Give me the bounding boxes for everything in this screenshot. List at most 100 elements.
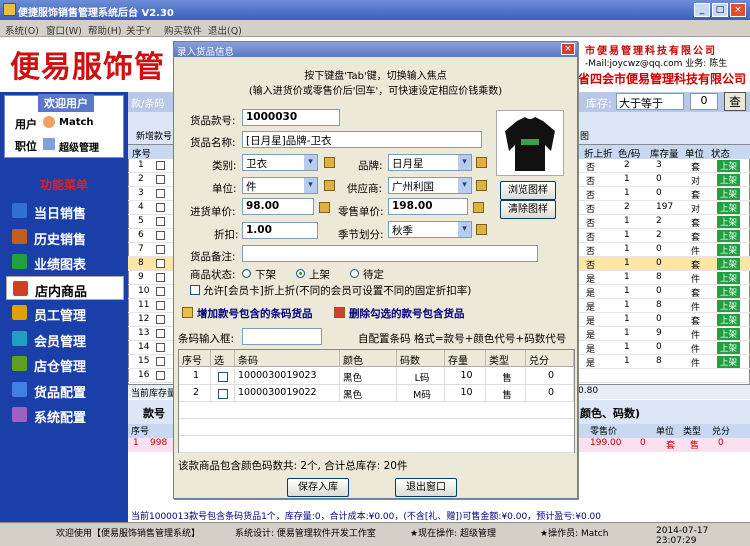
name-input[interactable]: [日月星]品牌-卫衣 <box>242 131 482 148</box>
supplier-config-icon[interactable] <box>476 180 487 191</box>
barcode-row[interactable]: 2 1000030019022 黑色 M码 10 售 0 <box>179 385 574 402</box>
nav-item[interactable]: 当日销售 <box>6 199 124 223</box>
supplier-select[interactable]: 广州利国 <box>388 177 472 194</box>
menu-system[interactable]: 系统(O) <box>5 23 39 37</box>
grid-checkbox[interactable] <box>156 343 165 352</box>
app-icon <box>3 3 16 16</box>
nav-item[interactable]: 系统配置 <box>6 403 124 427</box>
type-label: 类别: <box>212 160 237 172</box>
grid-seq: 11 <box>138 300 150 310</box>
unit-select[interactable]: 件 <box>242 177 318 194</box>
clear-image-button[interactable]: 清除图样 <box>500 200 556 219</box>
welcome-header: 欢迎用户 <box>38 94 94 112</box>
grid-cell: 上架 <box>717 174 741 186</box>
type-config-icon[interactable] <box>324 157 335 168</box>
menu-about[interactable]: 关于Y <box>126 23 151 37</box>
menu-help[interactable]: 帮助(H) <box>88 23 122 37</box>
nav-item[interactable]: 店仓管理 <box>6 352 124 376</box>
search-prefix: 款/条码 <box>131 99 165 110</box>
grid-cell: 1 <box>624 314 630 324</box>
nav-item[interactable]: 员工管理 <box>6 301 124 325</box>
menu-window[interactable]: 窗口(W) <box>46 23 82 37</box>
grid-cell: 上架 <box>717 230 741 242</box>
grid-checkbox[interactable] <box>156 259 165 268</box>
grid-seq: 2 <box>138 174 144 184</box>
role-value: 超级管理 <box>59 143 99 154</box>
grid-seq: 12 <box>138 314 150 324</box>
nav-item[interactable]: 会员管理 <box>6 327 124 351</box>
retail-calc-icon[interactable] <box>473 202 484 213</box>
exit-window-button[interactable]: 退出窗口 <box>395 478 457 497</box>
nav-item[interactable]: 货品配置 <box>6 378 124 402</box>
th-size: 码数 <box>397 350 445 367</box>
grid-checkbox[interactable] <box>156 287 165 296</box>
brand-select[interactable]: 日月星 <box>388 154 472 171</box>
grid-checkbox[interactable] <box>156 273 165 282</box>
grid-checkbox[interactable] <box>156 217 165 226</box>
maximize-button[interactable]: □ <box>712 3 728 17</box>
discount-input[interactable]: 1.00 <box>242 222 318 239</box>
new-item-button[interactable]: 新增款号 <box>136 129 172 142</box>
remark-input[interactable] <box>242 245 538 262</box>
retail-input[interactable]: 198.00 <box>388 198 468 215</box>
menu-buy[interactable]: 购买软件 <box>164 23 202 37</box>
unit-config-icon[interactable] <box>324 180 335 191</box>
status-off-label: 下架 <box>255 269 276 281</box>
brand-config-icon[interactable] <box>476 157 487 168</box>
grid-seq: 3 <box>138 188 144 198</box>
grid-checkbox[interactable] <box>156 357 165 366</box>
th-barcode: 条码 <box>235 350 340 367</box>
save-button[interactable]: 保存入库 <box>287 478 349 497</box>
code-input[interactable]: 1000030 <box>242 109 340 126</box>
barcode-row-checkbox[interactable] <box>218 389 228 399</box>
grid-cell: 件 <box>691 303 701 313</box>
dialog-close-button[interactable]: × <box>561 43 575 55</box>
stock-op-select[interactable]: 大于等于 <box>616 93 684 110</box>
grid-checkbox[interactable] <box>156 175 165 184</box>
status-off-radio[interactable] <box>242 269 251 278</box>
grid-checkbox[interactable] <box>156 161 165 170</box>
delete-barcode-link[interactable]: 删除勾选的款号包含货品 <box>349 306 465 321</box>
grid-checkbox[interactable] <box>156 371 165 380</box>
status-on-radio[interactable] <box>296 269 305 278</box>
grid-checkbox[interactable] <box>156 203 165 212</box>
type-select[interactable]: 卫衣 <box>242 154 318 171</box>
grid-h: 折上折 <box>584 149 613 160</box>
barcode-row-checkbox[interactable] <box>218 372 228 382</box>
allow-discount-label: 允许[会员卡]折上折(不同的会员可设置不同的固定折扣率) <box>203 285 472 297</box>
grid-checkbox[interactable] <box>156 315 165 324</box>
allow-discount-checkbox[interactable] <box>190 285 200 295</box>
grid-checkbox[interactable] <box>156 189 165 198</box>
nav-icon <box>12 330 27 346</box>
cost-input[interactable]: 98.00 <box>242 198 314 215</box>
add-barcode-link[interactable]: 增加款号包含的条码货品 <box>197 306 313 321</box>
user-avatar-icon <box>43 116 55 128</box>
grid-checkbox[interactable] <box>156 231 165 240</box>
nav-item[interactable]: 店内商品 <box>6 275 124 300</box>
goods-entry-dialog: 录入货品信息 × 按下键盘'Tab'键，切换输入焦点 (输入进货价或零售价后'回… <box>173 41 578 499</box>
image-tab[interactable]: 图 <box>580 129 589 142</box>
nav-item[interactable]: 历史销售 <box>6 225 124 249</box>
close-button[interactable]: × <box>730 3 746 17</box>
search-button[interactable]: 查 <box>724 92 746 111</box>
minimize-button[interactable]: _ <box>694 3 710 17</box>
nav-item[interactable]: 业绩图表 <box>6 250 124 274</box>
status-pending-radio[interactable] <box>350 269 359 278</box>
grid-cell: 1 <box>624 258 630 268</box>
grid-seq: 15 <box>138 356 150 366</box>
season-config-icon[interactable] <box>476 224 487 235</box>
barcode-row[interactable]: 1 1000030019023 黑色 L码 10 售 0 <box>179 368 574 385</box>
grid-checkbox[interactable] <box>156 245 165 254</box>
season-select[interactable]: 秋季 <box>388 221 472 238</box>
cost-calc-icon[interactable] <box>319 202 330 213</box>
browse-image-button[interactable]: 浏览图样 <box>500 181 556 200</box>
lower-cell-0: 1 <box>133 438 139 448</box>
grid-checkbox[interactable] <box>156 329 165 338</box>
status-current: ★现在操作: 超级管理 <box>410 529 496 539</box>
stock-value-input[interactable]: 0 <box>690 93 718 110</box>
menu-quit[interactable]: 退出(Q) <box>208 23 242 37</box>
barcode-cell: L码 <box>397 368 445 385</box>
grid-h: 状态 <box>711 149 731 160</box>
grid-checkbox[interactable] <box>156 301 165 310</box>
barcode-input[interactable] <box>242 328 322 345</box>
